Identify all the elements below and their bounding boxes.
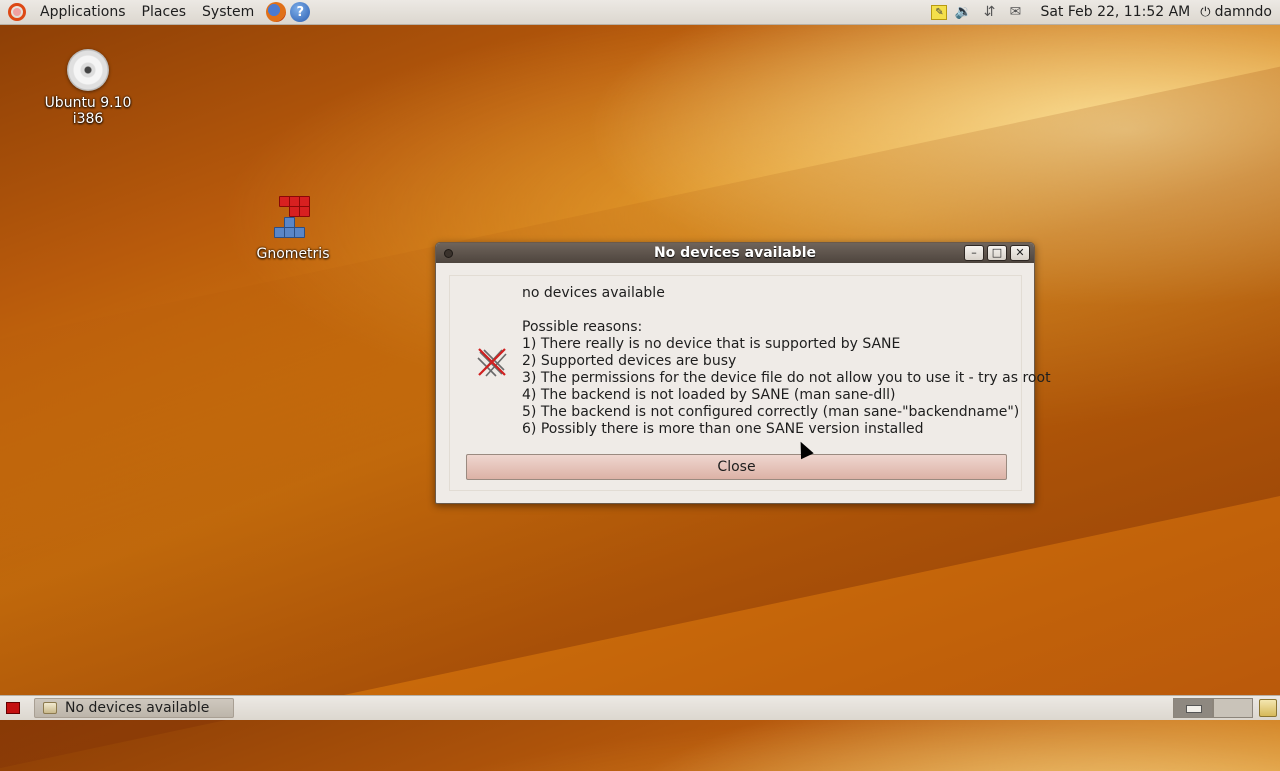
reason-item: 2) Supported devices are busy (522, 353, 737, 369)
clock[interactable]: Sat Feb 22, 11:52 AM (1028, 4, 1200, 20)
show-desktop-icon[interactable] (6, 702, 20, 714)
cd-icon (67, 49, 109, 91)
trash-icon[interactable] (1259, 699, 1277, 717)
volume-icon[interactable]: 🔉 (953, 3, 973, 21)
minimize-button[interactable]: – (964, 245, 984, 261)
dialog-title: No devices available (653, 245, 817, 261)
reason-item: 6) Possibly there is more than one SANE … (522, 421, 924, 437)
menu-applications[interactable]: Applications (32, 0, 134, 24)
message-heading: no devices available (522, 285, 665, 301)
menu-places[interactable]: Places (134, 0, 195, 24)
power-icon: ⏻ (1200, 4, 1211, 20)
close-window-button[interactable]: ✕ (1010, 245, 1030, 261)
workspace-1[interactable] (1173, 698, 1213, 718)
dialog-content: no devices available Possible reasons: 1… (449, 275, 1051, 491)
panel-tray: ✎ 🔉 ⇵ ✉ Sat Feb 22, 11:52 AM ⏻ damndo (928, 0, 1280, 24)
reason-item: 5) The backend is not configured correct… (522, 404, 1020, 420)
user-menu[interactable]: ⏻ damndo (1200, 4, 1280, 20)
dialog-message: no devices available Possible reasons: 1… (522, 285, 1051, 438)
window-buttons: – □ ✕ (964, 245, 1030, 261)
desktop-icon-gnometris[interactable]: Gnometris (233, 196, 353, 262)
scanner-app-icon (43, 702, 57, 714)
top-panel: Applications Places System ? ✎ 🔉 ⇵ ✉ Sat… (0, 0, 1280, 25)
notes-icon[interactable]: ✎ (931, 4, 948, 20)
gnometris-icon (273, 196, 313, 240)
help-icon[interactable]: ? (290, 2, 311, 22)
menu-system[interactable]: System (194, 0, 262, 24)
desktop-icon-label: Gnometris (256, 246, 330, 262)
user-name: damndo (1214, 4, 1272, 20)
no-devices-dialog: No devices available – □ ✕ no devices av… (435, 242, 1051, 504)
ubuntu-logo-icon[interactable] (8, 3, 26, 21)
workspace-2[interactable] (1213, 698, 1253, 718)
taskbar-button-label: No devices available (65, 700, 210, 716)
desktop-icon-label: Ubuntu 9.10 i386 (44, 95, 132, 127)
reasons-title: Possible reasons: (522, 319, 643, 335)
reason-item: 3) The permissions for the device file d… (522, 370, 1051, 386)
dialog-titlebar[interactable]: No devices available – □ ✕ (436, 243, 1034, 263)
network-icon[interactable]: ⇵ (979, 3, 999, 21)
close-button[interactable]: Close (466, 454, 1007, 480)
no-scanner-icon (477, 348, 507, 377)
reason-item: 1) There really is no device that is sup… (522, 336, 901, 352)
firefox-icon[interactable] (266, 2, 287, 22)
desktop-icon-ubuntu-cd[interactable]: Ubuntu 9.10 i386 (28, 49, 148, 127)
workspace-switcher (1173, 697, 1253, 719)
maximize-button[interactable]: □ (987, 245, 1007, 261)
taskbar-button[interactable]: No devices available (34, 698, 234, 718)
reason-item: 4) The backend is not loaded by SANE (ma… (522, 387, 896, 403)
mail-icon[interactable]: ✉ (1005, 3, 1025, 21)
bottom-panel: No devices available (0, 695, 1280, 720)
